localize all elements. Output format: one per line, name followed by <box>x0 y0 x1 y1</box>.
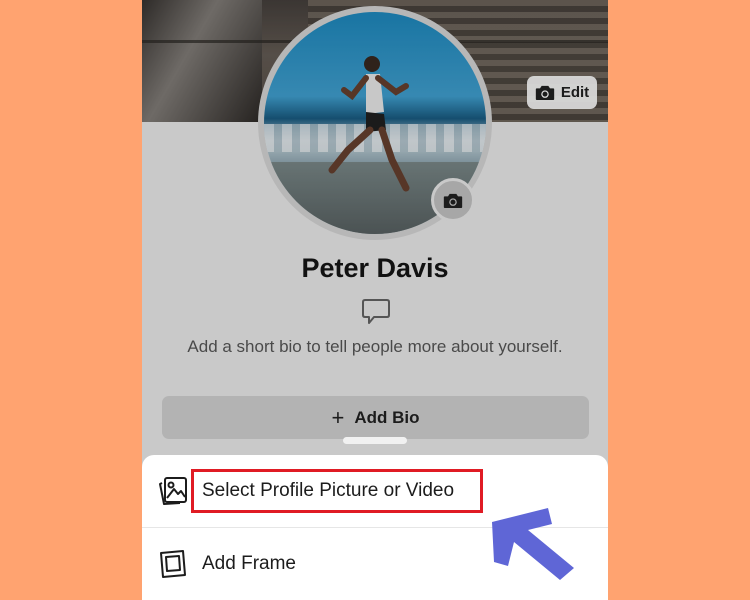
sheet-grabber[interactable] <box>343 437 407 444</box>
add-bio-label: Add Bio <box>354 407 420 427</box>
speech-bubble-icon <box>362 299 390 324</box>
profile-name: Peter Davis <box>301 253 449 283</box>
add-frame-label: Add Frame <box>202 552 296 574</box>
highlight-box <box>191 469 483 513</box>
photo-icon <box>159 477 187 505</box>
edit-cover-button[interactable]: Edit <box>527 76 597 109</box>
frame-icon <box>160 549 186 578</box>
bio-prompt: Add a short bio to tell people more abou… <box>187 337 563 356</box>
plus-icon: + <box>331 404 345 430</box>
add-bio-button[interactable]: + Add Bio <box>162 396 589 439</box>
camera-icon <box>535 85 554 100</box>
camera-icon <box>443 193 463 208</box>
change-profile-picture-button[interactable] <box>431 178 475 222</box>
edit-cover-label: Edit <box>560 84 590 101</box>
pointer-arrow-icon <box>492 508 574 580</box>
